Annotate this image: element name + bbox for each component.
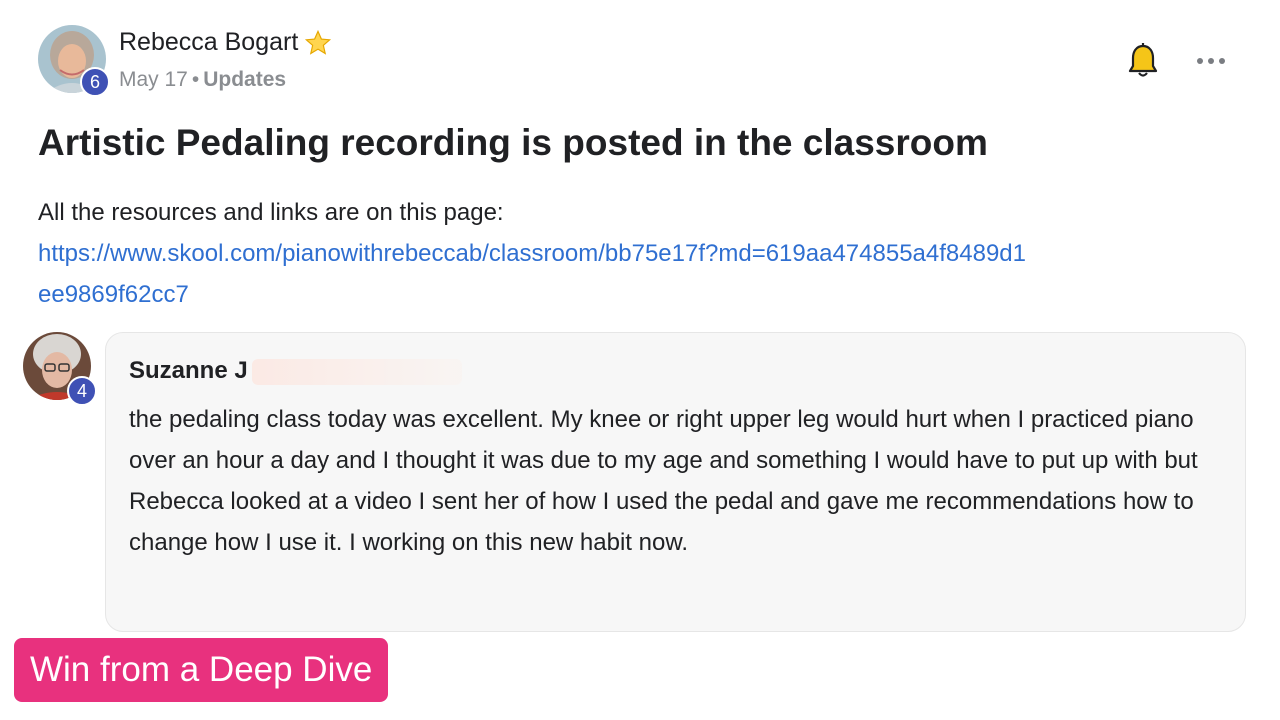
comment-card: Suzanne J the pedaling class today was e… bbox=[105, 332, 1246, 632]
commenter-level-badge: 4 bbox=[67, 376, 97, 406]
star-icon bbox=[305, 29, 332, 55]
author-level-badge: 6 bbox=[80, 67, 110, 97]
comment-author[interactable]: Suzanne J bbox=[129, 357, 462, 385]
author-avatar[interactable]: 6 bbox=[38, 25, 110, 97]
classroom-link[interactable]: https://www.skool.com/pianowithrebeccab/… bbox=[38, 240, 1026, 308]
post-meta: May 17 • Updates bbox=[119, 68, 286, 92]
post-title: Artistic Pedaling recording is posted in… bbox=[38, 122, 988, 163]
redacted-name-blur bbox=[251, 358, 462, 385]
comment-author-name[interactable]: Suzanne J bbox=[129, 357, 248, 384]
bell-icon bbox=[1128, 43, 1158, 77]
more-options-button[interactable] bbox=[1194, 48, 1228, 74]
more-icon bbox=[1197, 58, 1225, 64]
author-name-row: Rebecca Bogart bbox=[119, 28, 332, 57]
comment-text: the pedaling class today was excellent. … bbox=[129, 406, 1198, 556]
commenter-avatar[interactable]: 4 bbox=[23, 332, 97, 406]
meta-separator: • bbox=[191, 68, 200, 91]
post-body: All the resources and links are on this … bbox=[38, 192, 1038, 315]
author-name[interactable]: Rebecca Bogart bbox=[119, 28, 298, 57]
post-category[interactable]: Updates bbox=[203, 68, 286, 91]
post-body-intro: All the resources and links are on this … bbox=[38, 199, 504, 226]
notification-bell-button[interactable] bbox=[1126, 42, 1160, 80]
deep-dive-banner: Win from a Deep Dive bbox=[14, 638, 389, 702]
post-date: May 17 bbox=[119, 68, 188, 91]
